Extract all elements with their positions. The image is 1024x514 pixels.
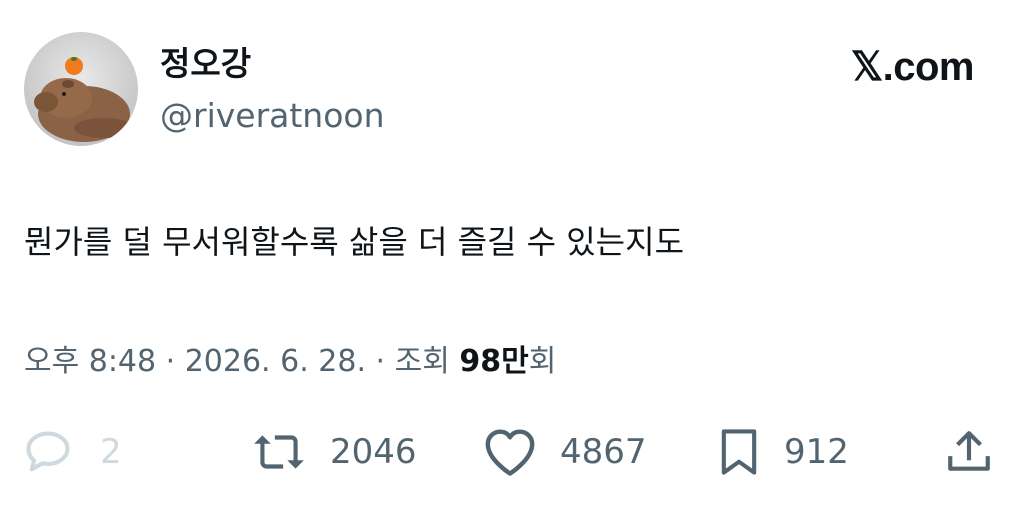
tweet-meta: 오후 8:48 · 2026. 6. 28. · 조회 98만회 [24,340,556,384]
handle[interactable]: @riveratnoon [160,94,385,138]
reply-button[interactable]: 2 [22,424,122,480]
like-button[interactable]: 4867 [482,424,647,480]
views-suffix: 회 [528,344,557,379]
heart-icon [485,429,535,476]
like-count: 4867 [560,432,647,472]
reply-count: 2 [100,432,122,472]
brand-logo: 𝕏.com [850,44,975,90]
tweet-text: 뭔가를 덜 무서워할수록 삶을 더 즐길 수 있는지도 [24,223,685,261]
bookmark-icon [721,429,757,475]
retweet-button[interactable]: 2046 [250,424,417,480]
bookmark-count: 912 [784,432,849,472]
reply-icon [26,431,70,472]
avatar[interactable] [24,32,138,146]
bookmark-button[interactable]: 912 [716,424,849,480]
retweet-icon [254,435,304,469]
views-count: 98만 [459,344,529,379]
share-button[interactable] [944,424,994,480]
brand-text: 𝕏.com [850,45,975,89]
share-icon [948,431,990,471]
retweet-count: 2046 [330,432,417,472]
capybara-avatar-icon [24,32,138,146]
display-name[interactable]: 정오강 [160,42,251,86]
timestamp[interactable]: 오후 8:48 · 2026. 6. 28. · 조회 [24,344,450,379]
